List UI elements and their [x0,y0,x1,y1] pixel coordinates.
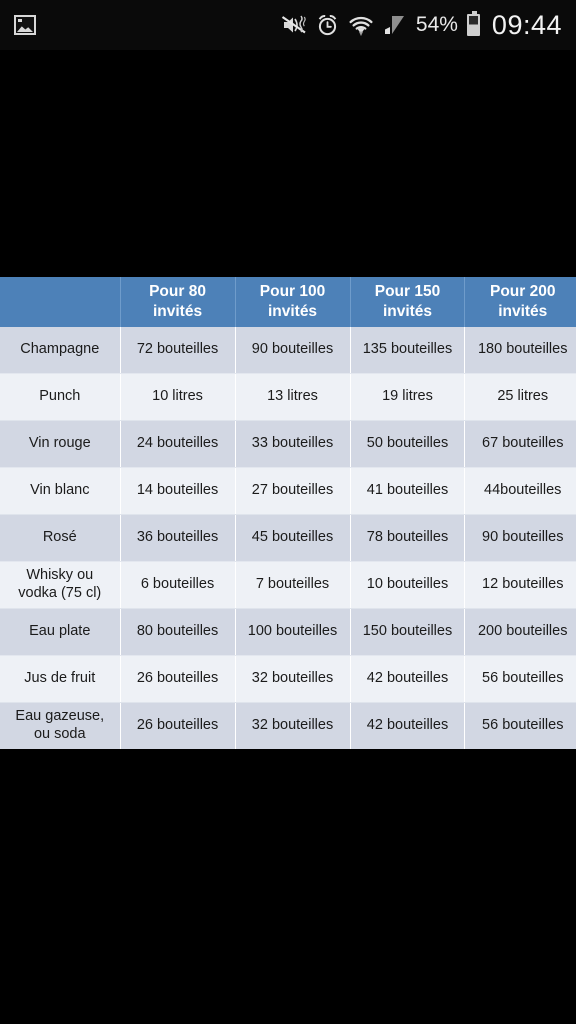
table-cell: 33 bouteilles [235,420,351,468]
table-cell: 41 bouteilles [350,467,466,515]
table-cell: 80 bouteilles [120,608,236,656]
status-bar: 54% 09:44 [0,0,576,50]
table-cell: 14 bouteilles [120,467,236,515]
table-cell: 78 bouteilles [350,514,466,562]
table-cell: 36 bouteilles [120,514,236,562]
table-header: Pour 80 invités Pour 100 invités Pour 15… [0,277,576,327]
table-cell: 32 bouteilles [235,655,351,703]
table-cell: 6 bouteilles [120,561,236,609]
table-row: Punch 10 litres 13 litres 19 litres 25 litre… [0,373,576,421]
table-body: Champagne 72 bouteilles 90 bouteilles 135 b… [0,327,576,749]
row-label: Eau plate [0,608,121,656]
cellular-signal-icon [383,14,407,36]
column-header-80: Pour 80 invités [120,277,236,327]
row-label: Punch [0,373,121,421]
battery-percent-label: 54% [415,13,458,36]
table-cell: 10 litres [120,373,236,421]
battery-icon [466,11,480,36]
drinks-quantity-table-container: Pour 80 invités Pour 100 invités Pour 15… [0,277,576,749]
gallery-icon [14,15,36,35]
row-label: Eau gazeuse, ou soda [0,702,121,749]
table-row: Whisky ou vodka (75 cl) 6 bouteilles 7 bou… [0,561,576,609]
table-cell: 45 bouteilles [235,514,351,562]
wifi-icon [348,14,374,36]
table-cell: 150 bouteilles [350,608,466,656]
table-cell: 32 bouteilles [235,702,351,749]
table-cell: 12 bouteilles [464,561,576,609]
table-cell: 90 bouteilles [235,327,351,374]
row-label: Whisky ou vodka (75 cl) [0,561,121,609]
row-label: Vin rouge [0,420,121,468]
vibrate-mute-icon [281,14,307,36]
column-header-200: Pour 200 invités [464,277,576,327]
drinks-quantity-table: Pour 80 invités Pour 100 invités Pour 15… [0,277,576,749]
row-label: Champagne [0,327,121,374]
column-header-150: Pour 150 invités [350,277,466,327]
table-cell: 26 bouteilles [120,655,236,703]
table-cell: 56 bouteilles [464,655,576,703]
table-cell: 67 bouteilles [464,420,576,468]
table-cell: 26 bouteilles [120,702,236,749]
status-bar-left [14,15,36,35]
status-bar-clock: 09:44 [491,9,562,40]
table-cell: 19 litres [350,373,466,421]
table-cell: 135 bouteilles [350,327,466,374]
table-cell: 90 bouteilles [464,514,576,562]
table-header-row: Pour 80 invités Pour 100 invités Pour 15… [0,277,576,327]
table-cell: 13 litres [235,373,351,421]
table-cell: 72 bouteilles [120,327,236,374]
row-label: Jus de fruit [0,655,121,703]
table-cell: 44bouteilles [464,467,576,515]
table-cell: 42 bouteilles [350,655,466,703]
table-row: Jus de fruit 26 bouteilles 32 bouteilles 42… [0,655,576,703]
column-header-100: Pour 100 invités [235,277,351,327]
table-cell: 200 bouteilles [464,608,576,656]
table-cell: 50 bouteilles [350,420,466,468]
table-cell: 56 bouteilles [464,702,576,749]
table-row: Eau plate 80 bouteilles 100 bouteilles 150 … [0,608,576,656]
table-row: Eau gazeuse, ou soda 26 bouteilles 32 bout… [0,702,576,749]
table-cell: 180 bouteilles [464,327,576,374]
table-cell: 24 bouteilles [120,420,236,468]
table-row: Rosé 36 bouteilles 45 bouteilles 78 bouteil… [0,514,576,562]
table-row: Vin blanc 14 bouteilles 27 bouteilles 41 bo… [0,467,576,515]
status-bar-right: 54% 09:44 [281,10,562,41]
table-row: Vin rouge 24 bouteilles 33 bouteilles 50 bo… [0,420,576,468]
table-row: Champagne 72 bouteilles 90 bouteilles 135 b… [0,327,576,374]
row-label: Rosé [0,514,121,562]
table-cell: 7 bouteilles [235,561,351,609]
table-cell: 25 litres [464,373,576,421]
row-label: Vin blanc [0,467,121,515]
table-cell: 42 bouteilles [350,702,466,749]
table-cell: 100 bouteilles [235,608,351,656]
table-corner-cell [0,277,121,327]
table-cell: 10 bouteilles [350,561,466,609]
alarm-clock-icon [316,14,339,37]
table-cell: 27 bouteilles [235,467,351,515]
